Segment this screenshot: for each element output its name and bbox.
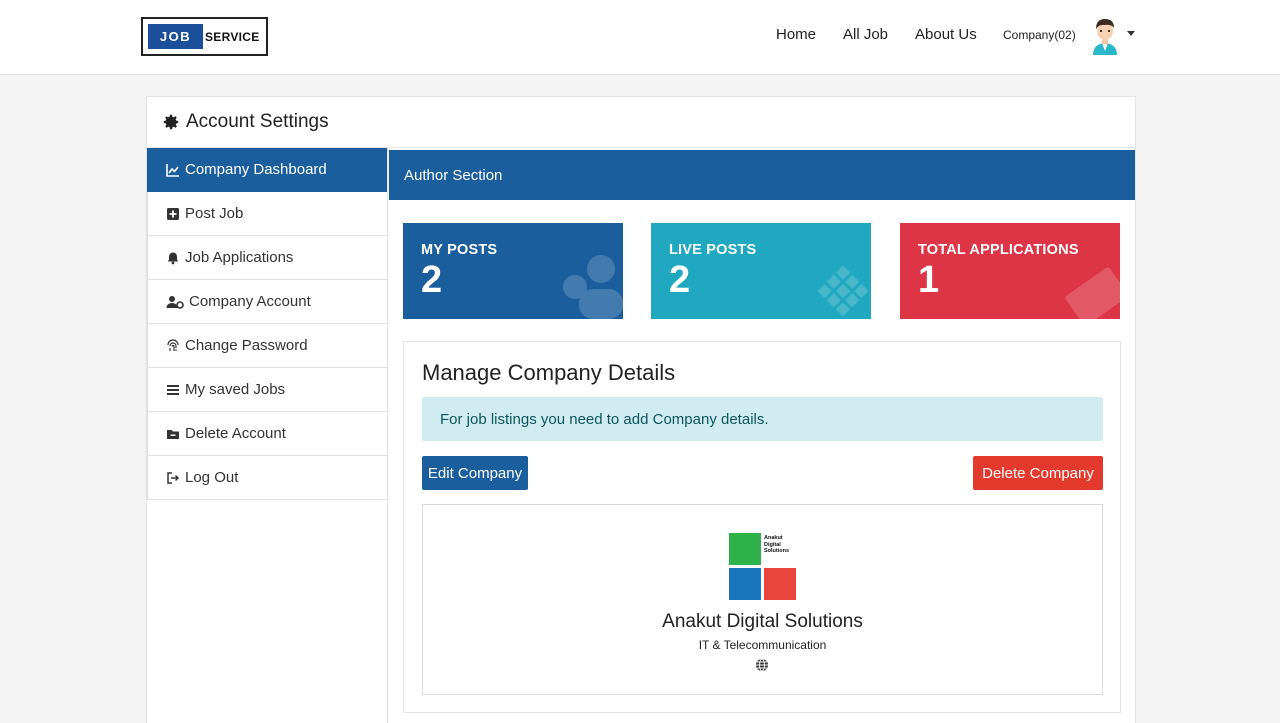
stat-value: 2: [421, 259, 443, 301]
sidebar-item-company-account[interactable]: Company Account: [147, 280, 388, 324]
fingerprint-icon: [166, 338, 180, 353]
site-logo[interactable]: JOB SERVICE: [141, 17, 268, 56]
sidebar-item-job-applications[interactable]: Job Applications: [147, 236, 388, 280]
nav-about-link[interactable]: About Us: [915, 26, 977, 43]
author-section-title: Author Section: [404, 166, 503, 184]
stat-card-live-posts[interactable]: LIVE POSTS 2: [651, 223, 871, 319]
page-title: Account Settings: [186, 111, 329, 132]
user-avatar[interactable]: [1087, 15, 1123, 55]
gear-icon: [163, 114, 179, 130]
sidebar-item-label: Company Account: [189, 293, 311, 310]
top-navbar: JOB SERVICE Home All Job About Us Compan…: [0, 0, 1280, 75]
logo-service-text: SERVICE: [205, 29, 260, 44]
globe-icon[interactable]: [755, 658, 769, 672]
sidebar-item-label: Delete Account: [185, 425, 286, 442]
sidebar-item-label: Job Applications: [185, 249, 294, 266]
logo-red-square: [764, 568, 796, 600]
grid-diamond-icon: [817, 265, 869, 317]
edit-company-button[interactable]: Edit Company: [422, 456, 528, 490]
chevron-down-icon[interactable]: [1127, 31, 1135, 36]
stat-card-my-posts[interactable]: MY POSTS 2: [403, 223, 623, 319]
logo-blue-square: [729, 568, 761, 600]
logo-job-text: JOB: [148, 24, 203, 49]
user-cog-icon: [166, 295, 184, 309]
sidebar-item-label: Post Job: [185, 205, 244, 222]
sidebar-item-post-job[interactable]: Post Job: [147, 192, 388, 236]
sidebar: Company Dashboard Post Job Job Applicati…: [147, 148, 388, 500]
sidebar-item-company-dashboard[interactable]: Company Dashboard: [147, 148, 388, 192]
stat-value: 2: [669, 259, 691, 301]
author-section-bar: Author Section: [389, 150, 1135, 200]
sign-out-icon: [166, 471, 180, 485]
logo-text-line: Solutions: [764, 548, 790, 554]
logo-green-square: [729, 533, 761, 565]
stat-value: 1: [918, 259, 940, 301]
list-icon: [166, 383, 180, 397]
account-settings-header: Account Settings: [162, 111, 329, 133]
plus-square-icon: [166, 207, 180, 221]
sidebar-item-my-saved-jobs[interactable]: My saved Jobs: [147, 368, 388, 412]
stat-label: MY POSTS: [421, 242, 498, 258]
nav-company-menu[interactable]: Company(02): [1003, 28, 1076, 42]
stat-label: LIVE POSTS: [669, 242, 757, 258]
company-profile-card: Anakut Digital Solutions Anakut Digital …: [422, 504, 1103, 695]
users-icon: [563, 255, 623, 319]
delete-company-button[interactable]: Delete Company: [973, 456, 1103, 490]
sidebar-item-label: Company Dashboard: [185, 161, 327, 178]
sidebar-item-change-password[interactable]: Change Password: [147, 324, 388, 368]
nav-all-job-link[interactable]: All Job: [843, 26, 888, 43]
sidebar-item-delete-account[interactable]: Delete Account: [147, 412, 388, 456]
info-alert: For job listings you need to add Company…: [422, 397, 1103, 441]
sidebar-divider: [387, 148, 388, 723]
account-settings-panel: Account Settings Company Dashboard Post …: [146, 96, 1136, 723]
chart-line-icon: [166, 163, 180, 177]
logo-text: Anakut Digital Solutions: [764, 535, 789, 555]
stat-card-total-applications[interactable]: TOTAL APPLICATIONS 1: [900, 223, 1120, 319]
sidebar-item-label: Log Out: [185, 469, 239, 486]
sidebar-item-log-out[interactable]: Log Out: [147, 456, 388, 500]
sidebar-item-label: Change Password: [185, 337, 308, 354]
bell-icon: [166, 251, 180, 265]
company-logo: Anakut Digital Solutions: [729, 533, 797, 601]
sidebar-item-label: My saved Jobs: [185, 381, 286, 398]
company-name: Anakut Digital Solutions: [662, 611, 863, 632]
company-category: IT & Telecommunication: [698, 638, 827, 652]
manage-company-title: Manage Company Details: [422, 360, 676, 385]
envelope-icon: [1065, 267, 1120, 319]
manage-company-panel: Manage Company Details For job listings …: [403, 341, 1121, 713]
folder-icon: [166, 427, 180, 441]
nav-home-link[interactable]: Home: [776, 26, 816, 43]
